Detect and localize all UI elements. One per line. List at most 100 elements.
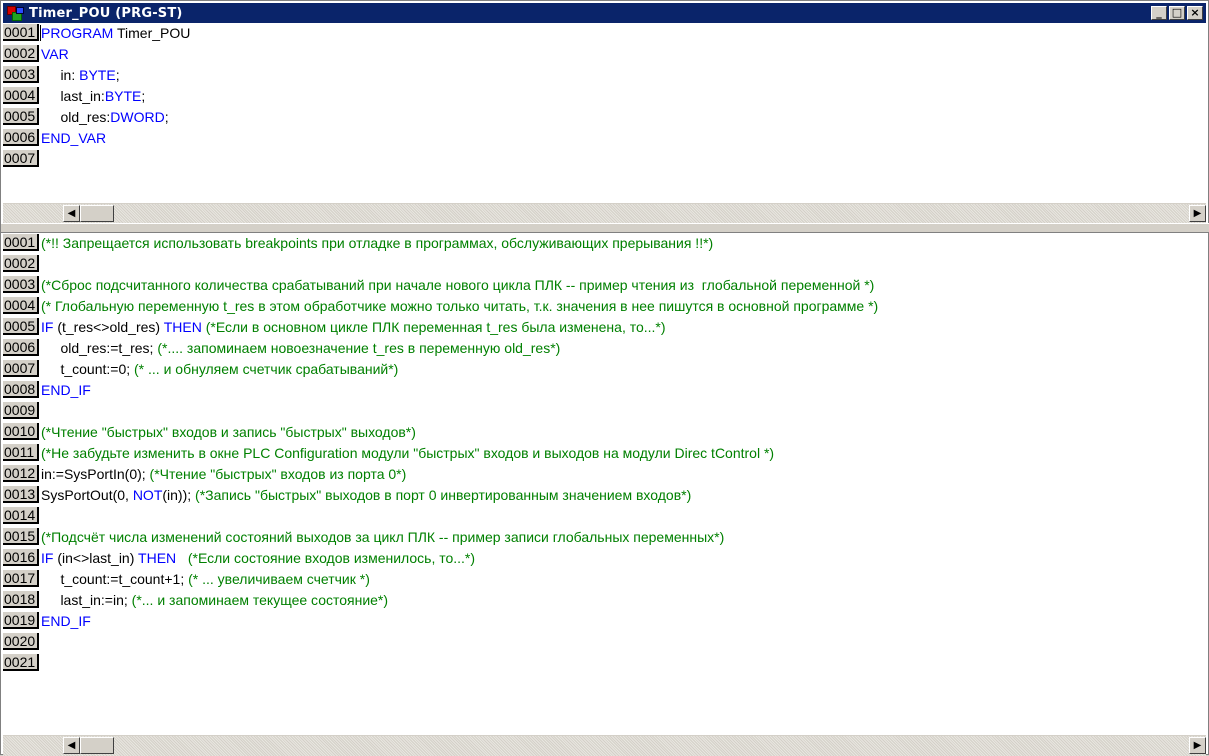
line-number: 0006 bbox=[3, 339, 39, 356]
code-line[interactable]: 0008 END_IF bbox=[3, 380, 1206, 401]
line-number: 0016 bbox=[3, 549, 39, 566]
scroll-thumb[interactable] bbox=[80, 205, 114, 222]
maximize-button[interactable]: □ bbox=[1169, 6, 1185, 20]
minimize-button[interactable]: _ bbox=[1151, 6, 1167, 20]
code-token: last_in:=in; bbox=[41, 592, 132, 608]
code-line[interactable]: 0003 (*Сброс подсчитанного количества сра… bbox=[3, 275, 1206, 296]
code-line[interactable]: 0015 (*Подсчёт числа изменений состояний … bbox=[3, 527, 1206, 548]
code-token: in: bbox=[41, 67, 80, 83]
code-line[interactable]: 0004 last_in:BYTE; bbox=[3, 86, 1206, 107]
line-number: 0003 bbox=[3, 276, 39, 293]
scroll-left-arrow-icon[interactable]: ◀ bbox=[63, 205, 80, 222]
code-line[interactable]: 0004 (* Глобальную переменную t_res в это… bbox=[3, 296, 1206, 317]
window-title: Timer_POU (PRG-ST) bbox=[29, 5, 183, 21]
comment-token: (*... и запоминаем текущее состояние*) bbox=[131, 592, 389, 608]
declaration-pane[interactable]: 0001 PROGRAM Timer_POU 0002 VAR 0003 in: BYT… bbox=[3, 23, 1206, 203]
keyword-token: END_IF bbox=[41, 613, 91, 629]
body-hscrollbar[interactable]: ◀ ▶ bbox=[3, 735, 1206, 756]
code-line[interactable]: 0018 last_in:=in; (*... и запоминаем тек… bbox=[3, 590, 1206, 611]
line-text: SysPortOut(0, NOT(in)); (*Запись "быстры… bbox=[39, 485, 691, 506]
line-text bbox=[39, 506, 41, 527]
line-text: END_IF bbox=[39, 611, 91, 632]
line-text: last_in:BYTE; bbox=[39, 86, 145, 107]
code-line[interactable]: 0010 (*Чтение "быстрых" входов и запись "… bbox=[3, 422, 1206, 443]
line-number: 0004 bbox=[3, 87, 39, 104]
code-line[interactable]: 0007 bbox=[3, 149, 1206, 170]
line-text bbox=[39, 632, 41, 653]
code-line[interactable]: 0012 in:=SysPortIn(0); (*Чтение "быстрых"… bbox=[3, 464, 1206, 485]
code-line[interactable]: 0002 bbox=[3, 254, 1206, 275]
text-cursor bbox=[40, 25, 41, 41]
line-text: IF (t_res<>old_res) THEN (*Если в основн… bbox=[39, 317, 666, 338]
scroll-left-arrow-icon[interactable]: ◀ bbox=[63, 737, 80, 754]
line-text: (*Не забудьте изменить в окне PLC Config… bbox=[39, 443, 774, 464]
comment-token: (* ... и обнуляем счетчик срабатываний*) bbox=[134, 361, 399, 377]
comment-token: (*Если состояние входов изменилось, то..… bbox=[187, 550, 476, 566]
declaration-hscrollbar[interactable]: ◀ ▶ bbox=[3, 203, 1206, 224]
line-text: END_IF bbox=[39, 380, 91, 401]
line-text: in: BYTE; bbox=[39, 65, 120, 86]
code-line[interactable]: 0001 (*!! Запрещается использовать breakp… bbox=[3, 233, 1206, 254]
body-pane[interactable]: 0001 (*!! Запрещается использовать breakp… bbox=[3, 233, 1206, 737]
keyword-token: END_IF bbox=[41, 382, 91, 398]
code-line[interactable]: 0009 bbox=[3, 401, 1206, 422]
line-number: 0015 bbox=[3, 528, 39, 545]
line-number: 0019 bbox=[3, 612, 39, 629]
comment-token: (*!! Запрещается использовать breakpoint… bbox=[41, 235, 714, 251]
line-text: in:=SysPortIn(0); (*Чтение "быстрых" вхо… bbox=[39, 464, 406, 485]
code-line[interactable]: 0014 bbox=[3, 506, 1206, 527]
code-line[interactable]: 0002 VAR bbox=[3, 44, 1206, 65]
keyword-token: IF bbox=[41, 319, 54, 335]
declaration-code[interactable]: 0001 PROGRAM Timer_POU 0002 VAR 0003 in: BYT… bbox=[3, 23, 1206, 203]
keyword-token: PROGRAM bbox=[41, 25, 114, 41]
code-line[interactable]: 0020 bbox=[3, 632, 1206, 653]
code-line[interactable]: 0005 old_res:DWORD; bbox=[3, 107, 1206, 128]
code-token: ; bbox=[115, 67, 120, 83]
code-line[interactable]: 0011 (*Не забудьте изменить в окне PLC Co… bbox=[3, 443, 1206, 464]
code-line[interactable]: 0005 IF (t_res<>old_res) THEN (*Если в ос… bbox=[3, 317, 1206, 338]
line-number: 0005 bbox=[3, 108, 39, 125]
line-text: (*!! Запрещается использовать breakpoint… bbox=[39, 233, 713, 254]
code-line[interactable]: 0021 bbox=[3, 653, 1206, 674]
line-text bbox=[39, 254, 41, 275]
pane-splitter[interactable] bbox=[1, 223, 1209, 233]
line-text bbox=[39, 401, 41, 422]
keyword-token: THEN bbox=[163, 319, 202, 335]
comment-token: (*.... запоминаем новоезначение t_res в … bbox=[157, 340, 561, 356]
scroll-right-arrow-icon[interactable]: ▶ bbox=[1189, 205, 1206, 222]
line-number: 0002 bbox=[3, 45, 39, 62]
code-line[interactable]: 0007 t_count:=0; (* ... и обнуляем счетч… bbox=[3, 359, 1206, 380]
line-text: VAR bbox=[39, 44, 69, 65]
code-line[interactable]: 0013 SysPortOut(0, NOT(in)); (*Запись "бы… bbox=[3, 485, 1206, 506]
body-code[interactable]: 0001 (*!! Запрещается использовать breakp… bbox=[3, 233, 1206, 737]
comment-token: (* ... увеличиваем счетчик *) bbox=[188, 571, 370, 587]
line-number: 0001 bbox=[3, 24, 39, 41]
code-line[interactable]: 0003 in: BYTE; bbox=[3, 65, 1206, 86]
line-text: IF (in<>last_in) THEN (*Если состояние в… bbox=[39, 548, 475, 569]
code-token: last_in: bbox=[41, 88, 105, 104]
code-token: in:=SysPortIn(0); bbox=[41, 466, 150, 482]
line-number: 0001 bbox=[3, 234, 39, 251]
code-line[interactable]: 0017 t_count:=t_count+1; (* ... увеличив… bbox=[3, 569, 1206, 590]
code-line[interactable]: 0001 PROGRAM Timer_POU bbox=[3, 23, 1206, 44]
keyword-token: THEN bbox=[138, 550, 177, 566]
close-button[interactable]: × bbox=[1187, 6, 1203, 20]
line-number: 0002 bbox=[3, 255, 39, 272]
line-text: t_count:=0; (* ... и обнуляем счетчик ср… bbox=[39, 359, 398, 380]
title-bar[interactable]: Timer_POU (PRG-ST) _ □ × bbox=[3, 3, 1206, 23]
scroll-right-arrow-icon[interactable]: ▶ bbox=[1189, 737, 1206, 754]
line-text: old_res:=t_res; (*.... запоминаем новоез… bbox=[39, 338, 560, 359]
code-line[interactable]: 0006 old_res:=t_res; (*.... запоминаем н… bbox=[3, 338, 1206, 359]
code-token: (in<>last_in) bbox=[53, 550, 139, 566]
keyword-token: NOT bbox=[132, 487, 163, 503]
code-line[interactable]: 0016 IF (in<>last_in) THEN (*Если состоян… bbox=[3, 548, 1206, 569]
scroll-thumb[interactable] bbox=[80, 737, 114, 754]
line-number: 0014 bbox=[3, 507, 39, 524]
line-text: (*Чтение "быстрых" входов и запись "быст… bbox=[39, 422, 416, 443]
line-text: (* Глобальную переменную t_res в этом об… bbox=[39, 296, 878, 317]
line-text: last_in:=in; (*... и запоминаем текущее … bbox=[39, 590, 388, 611]
pou-icon bbox=[7, 5, 25, 21]
code-line[interactable]: 0006 END_VAR bbox=[3, 128, 1206, 149]
code-line[interactable]: 0019 END_IF bbox=[3, 611, 1206, 632]
